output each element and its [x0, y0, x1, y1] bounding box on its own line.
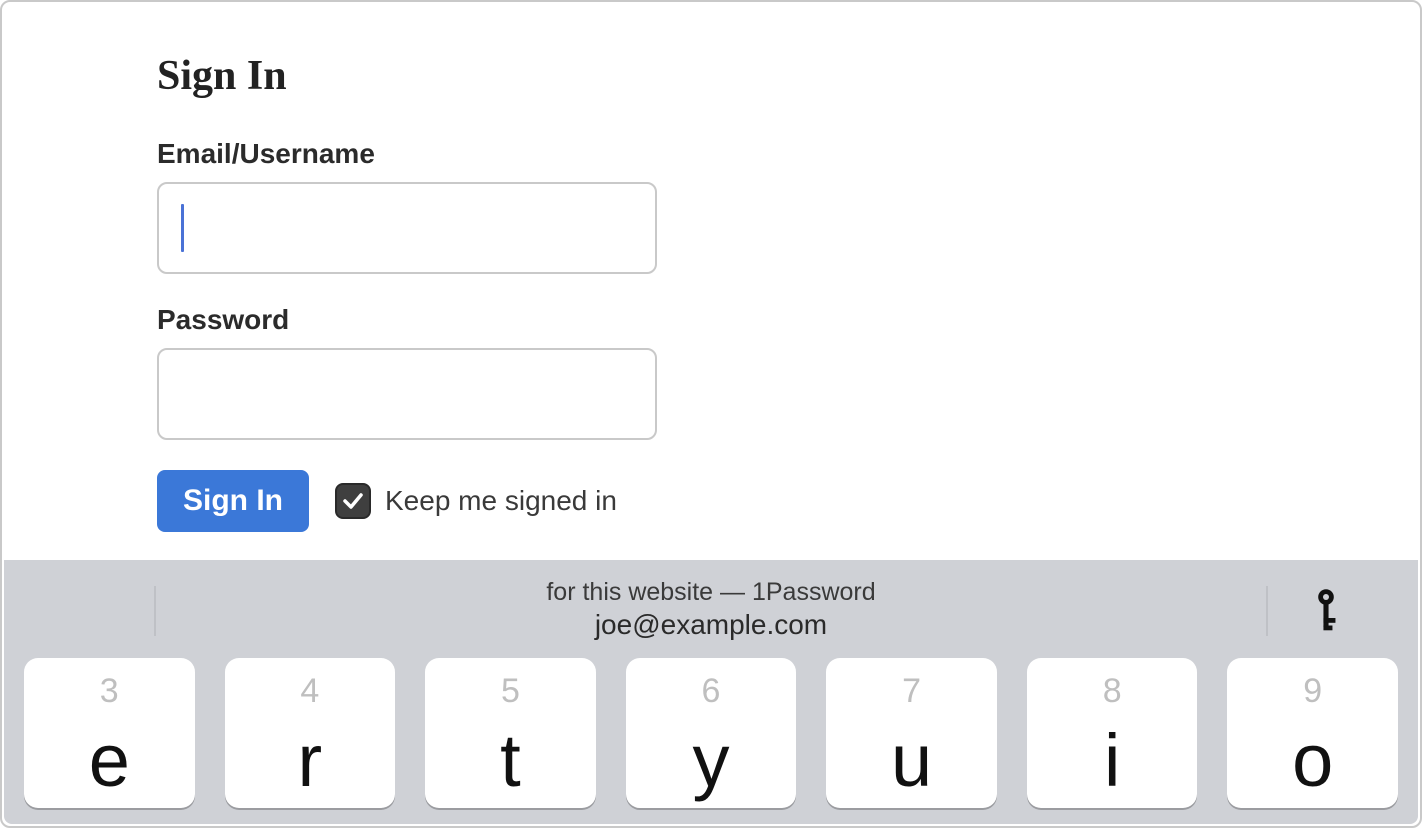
- key-number: 6: [702, 672, 721, 711]
- keyboard-row: 3 e 4 r 5 t 6 y 7 u 8 i 9 o: [4, 658, 1418, 824]
- separator: [1266, 586, 1268, 636]
- key-e[interactable]: 3 e: [24, 658, 195, 808]
- password-manager-button[interactable]: [1308, 588, 1344, 641]
- key-u[interactable]: 7 u: [826, 658, 997, 808]
- text-caret: [181, 204, 184, 252]
- key-o[interactable]: 9 o: [1227, 658, 1398, 808]
- email-field[interactable]: [157, 182, 657, 274]
- autofill-username: joe@example.com: [546, 609, 875, 641]
- key-i[interactable]: 8 i: [1027, 658, 1198, 808]
- email-label: Email/Username: [157, 138, 1420, 170]
- key-letter: y: [693, 724, 730, 798]
- key-letter: u: [891, 724, 932, 798]
- check-icon: [341, 489, 365, 513]
- key-r[interactable]: 4 r: [225, 658, 396, 808]
- keep-signed-in-label: Keep me signed in: [385, 485, 617, 517]
- key-number: 8: [1103, 672, 1122, 711]
- autofill-source-label: for this website — 1Password: [546, 578, 875, 607]
- keyboard-area: for this website — 1Password joe@example…: [4, 560, 1418, 824]
- key-letter: t: [500, 724, 521, 798]
- signin-form: Sign In Email/Username Password Sign In …: [2, 2, 1420, 532]
- page-title: Sign In: [157, 52, 1420, 100]
- key-letter: e: [89, 724, 130, 798]
- password-label: Password: [157, 304, 1420, 336]
- key-y[interactable]: 6 y: [626, 658, 797, 808]
- key-letter: r: [298, 724, 323, 798]
- key-letter: o: [1292, 724, 1333, 798]
- key-letter: i: [1104, 724, 1120, 798]
- key-number: 4: [300, 672, 319, 711]
- key-t[interactable]: 5 t: [425, 658, 596, 808]
- key-number: 7: [902, 672, 921, 711]
- key-icon: [1308, 588, 1344, 636]
- key-number: 5: [501, 672, 520, 711]
- keep-signed-in-checkbox[interactable]: [335, 483, 371, 519]
- password-field[interactable]: [157, 348, 657, 440]
- autofill-bar: for this website — 1Password joe@example…: [4, 560, 1418, 658]
- key-number: 3: [100, 672, 119, 711]
- signin-button[interactable]: Sign In: [157, 470, 309, 532]
- autofill-suggestion[interactable]: for this website — 1Password joe@example…: [546, 578, 875, 641]
- separator: [154, 586, 156, 636]
- key-number: 9: [1303, 672, 1322, 711]
